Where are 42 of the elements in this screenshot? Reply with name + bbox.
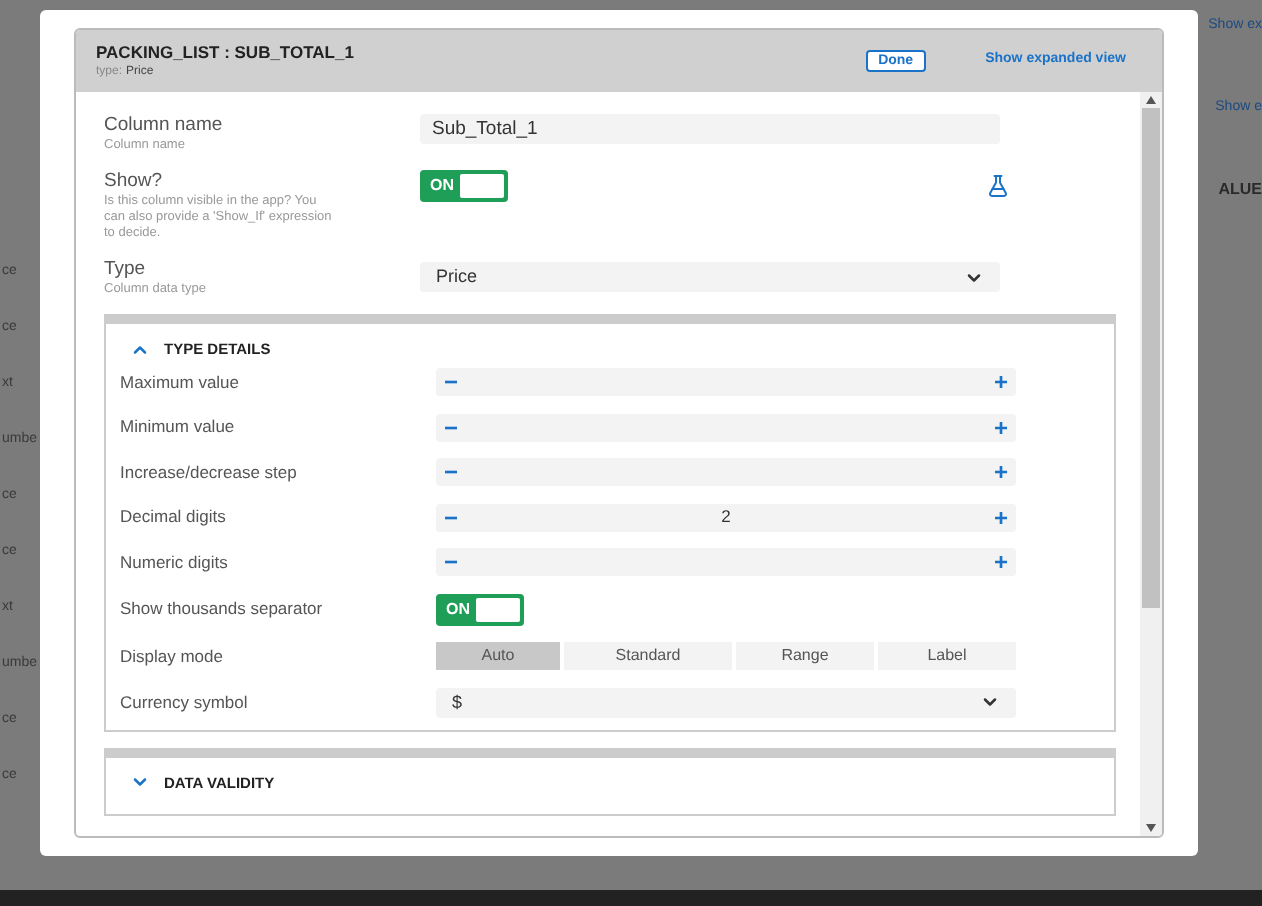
field-label: Increase/decrease step	[120, 459, 299, 486]
toggle-switch[interactable]: ON	[436, 593, 524, 626]
decrement-button[interactable]: −	[444, 370, 459, 395]
decrement-button[interactable]: −	[444, 460, 459, 485]
field-label: Type	[104, 258, 148, 282]
field-label: Display mode	[120, 643, 225, 670]
increment-button[interactable]: +	[993, 460, 1008, 485]
number-stepper[interactable]: − +	[436, 458, 1016, 487]
field-label: Show thousands separator	[120, 596, 325, 623]
dialog-title: PACKING_LIST : SUB_TOTAL_1	[96, 39, 356, 65]
number-stepper[interactable]: − +	[436, 368, 1016, 397]
field-label: Column name	[104, 114, 225, 138]
field-label: Numeric digits	[120, 549, 230, 576]
toggle-switch[interactable]: ON	[420, 170, 508, 202]
increment-button[interactable]: +	[993, 415, 1008, 440]
decrement-button[interactable]: −	[444, 505, 459, 530]
scroll-up-icon[interactable]	[1146, 96, 1156, 104]
scroll-down-icon[interactable]	[1146, 824, 1156, 832]
stepper-value: 2	[721, 504, 731, 531]
increment-button[interactable]: +	[993, 370, 1008, 395]
field-label: Maximum value	[120, 369, 242, 396]
decrement-button[interactable]: −	[444, 415, 459, 440]
background-header: ALUE	[1218, 178, 1262, 202]
flask-icon[interactable]	[986, 174, 1010, 198]
select-field[interactable]: $	[436, 687, 1016, 718]
increment-button[interactable]: +	[993, 505, 1008, 530]
scrollbar[interactable]	[1140, 92, 1162, 836]
number-stepper[interactable]: − 2 +	[436, 503, 1016, 532]
number-stepper[interactable]: − +	[436, 413, 1016, 442]
increment-button[interactable]: +	[993, 550, 1008, 575]
select-field[interactable]: Price	[420, 262, 1000, 292]
field-label: Decimal digits	[120, 504, 228, 531]
field-label: Show?	[104, 170, 165, 194]
decrement-button[interactable]: −	[444, 550, 459, 575]
display-mode-option[interactable]: Standard	[564, 642, 732, 671]
field-label: Currency symbol	[120, 689, 250, 716]
display-mode-option[interactable]: Range	[736, 642, 874, 671]
display-mode-option[interactable]: Label	[878, 642, 1016, 671]
column-name-field[interactable]: Sub_Total_1	[420, 114, 1000, 144]
number-stepper[interactable]: − +	[436, 548, 1016, 577]
field-label: Minimum value	[120, 414, 237, 441]
display-mode-option[interactable]: Auto	[436, 642, 560, 671]
